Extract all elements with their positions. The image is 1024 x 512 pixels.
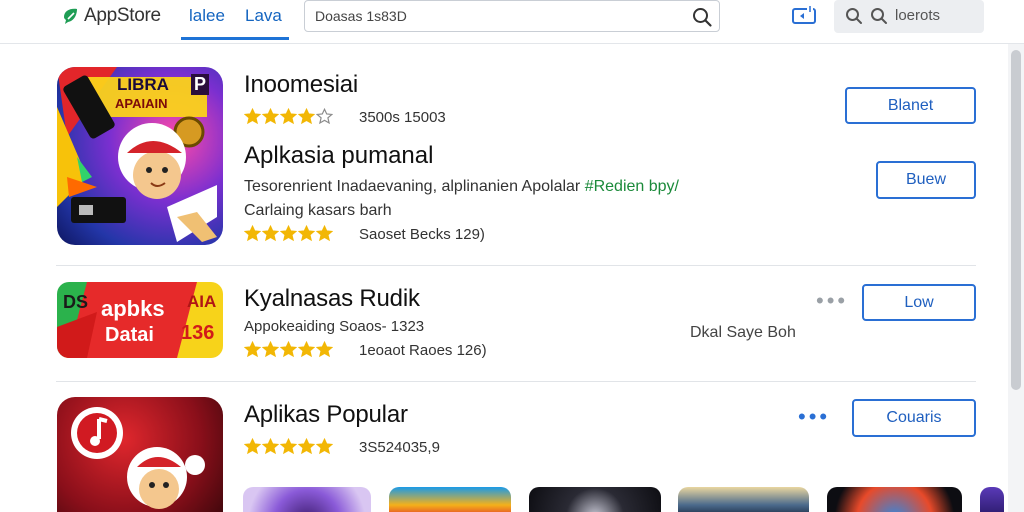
star-icon xyxy=(244,108,261,125)
star-icon xyxy=(280,108,297,125)
star-icon xyxy=(298,341,315,358)
star-icon xyxy=(316,438,333,455)
icon-label-aia: AIA xyxy=(187,292,217,311)
tab-lalee[interactable]: lalee xyxy=(189,6,225,26)
more-dots-icon[interactable]: ••• xyxy=(798,406,830,428)
screenshot-thumbnail[interactable] xyxy=(980,487,1004,512)
account-search-pill[interactable]: loerots xyxy=(834,0,984,33)
action-button[interactable]: Couaris xyxy=(852,399,976,437)
logo-leaf-icon xyxy=(64,8,77,24)
screenshot-thumbnail[interactable] xyxy=(678,487,809,512)
top-bar: AppStore lalee Lava Doasas 1s83D loerots xyxy=(0,0,1024,44)
star-rating xyxy=(244,225,333,242)
search-icon[interactable] xyxy=(691,6,713,28)
screenshot-thumbnail[interactable] xyxy=(389,487,511,512)
star-icon xyxy=(280,341,297,358)
star-icon xyxy=(298,225,315,242)
right-pill-text: loerots xyxy=(895,7,941,24)
section-subheading: Aplkasia pumanal xyxy=(244,142,434,169)
app-title[interactable]: Aplikas Popular xyxy=(244,401,408,429)
description-text: Tesorenrient Inadaevaning, alplinanien A… xyxy=(244,178,585,195)
star-rating xyxy=(244,341,333,358)
app-icon-aplikas-popular[interactable] xyxy=(57,397,223,512)
star-icon xyxy=(262,341,279,358)
cast-icon[interactable] xyxy=(791,6,817,26)
row-divider xyxy=(56,265,976,266)
star-icon xyxy=(298,108,315,125)
star-icon xyxy=(316,225,333,242)
icon-label-libra: LIBRA xyxy=(117,75,169,94)
star-icon xyxy=(298,438,315,455)
star-rating xyxy=(244,438,333,455)
star-icon xyxy=(316,341,333,358)
star-icon xyxy=(262,108,279,125)
star-icon xyxy=(244,438,261,455)
description-highlight[interactable]: #Redien bpy/ xyxy=(585,178,679,195)
icon-label-apbks: apbks xyxy=(101,296,165,321)
screenshot-thumbnail[interactable] xyxy=(529,487,661,512)
star-icon xyxy=(280,438,297,455)
logo-text: AppStore xyxy=(84,5,161,26)
side-note: Dkal Saye Boh xyxy=(690,324,796,341)
app-logo[interactable]: AppStore xyxy=(62,5,161,27)
star-icon xyxy=(244,341,261,358)
rating-count: Saoset Becks 129) xyxy=(359,226,485,243)
app-meta: Appokeaiding Soaos- 1323 xyxy=(244,318,425,335)
screenshot-thumbnail[interactable] xyxy=(243,487,371,512)
screenshot-thumbnail[interactable] xyxy=(827,487,962,512)
icon-label-apaiain: APAIAIN xyxy=(115,96,168,111)
scrollbar[interactable] xyxy=(1008,44,1024,512)
icon-label-ds: DS xyxy=(63,292,89,312)
app-description-line2: Carlaing kasars barh xyxy=(244,202,392,219)
app-icon-art xyxy=(71,407,205,509)
app-description: Tesorenrient Inadaevaning, alplinanien A… xyxy=(244,178,679,196)
action-button[interactable]: Low xyxy=(862,284,976,321)
app-icon-kyalnasas[interactable]: DS apbks Datai AIA 136 xyxy=(57,282,223,358)
rating-count: 3S524035,9 xyxy=(359,439,440,456)
search-icon[interactable] xyxy=(844,6,864,26)
star-icon xyxy=(244,225,261,242)
star-icon xyxy=(262,438,279,455)
search-input[interactable]: Doasas 1s83D xyxy=(304,0,720,32)
app-title[interactable]: Inoomesiai xyxy=(244,71,358,99)
star-icon xyxy=(280,225,297,242)
row-divider xyxy=(56,381,976,382)
app-icon-inoomesiai[interactable]: LIBRA P APAIAIN xyxy=(57,67,223,245)
star-icon xyxy=(316,108,333,125)
icon-label-p: P xyxy=(191,74,210,95)
search-icon[interactable] xyxy=(869,6,889,26)
tab-lava[interactable]: Lava xyxy=(245,6,282,26)
app-title[interactable]: Kyalnasas Rudik xyxy=(244,285,420,313)
scrollbar-thumb[interactable] xyxy=(1011,50,1021,390)
rating-count: 3500s 15003 xyxy=(359,109,446,126)
rating-count: 1eoaot Raoes 126) xyxy=(359,342,487,359)
more-dots-icon[interactable]: ••• xyxy=(816,290,848,312)
icon-label-datai: Datai xyxy=(105,324,154,346)
search-value: Doasas 1s83D xyxy=(315,8,407,24)
icon-label-136: 136 xyxy=(181,322,215,344)
star-icon xyxy=(262,225,279,242)
primary-action-button[interactable]: Blanet xyxy=(845,87,976,124)
active-tab-indicator xyxy=(181,37,289,40)
star-rating xyxy=(244,108,333,125)
secondary-action-button[interactable]: Buew xyxy=(876,161,976,199)
